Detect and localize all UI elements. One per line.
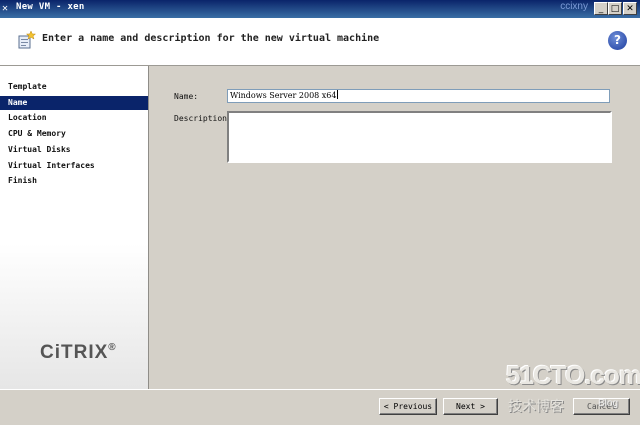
title-bar[interactable]: ✕ New VM - xen ccixny _ □ ✕ (0, 0, 640, 18)
watermark-blog: Blog (598, 398, 619, 409)
description-label: Description: (174, 114, 232, 123)
logo-text: CiTRIX (40, 342, 109, 363)
previous-button[interactable]: < Previous (379, 398, 437, 415)
name-field[interactable]: Windows Server 2008 x64 (227, 89, 610, 103)
nav-item-virtual-interfaces[interactable]: Virtual Interfaces (0, 159, 148, 173)
close-button[interactable]: ✕ (623, 2, 637, 15)
next-button[interactable]: Next > (443, 398, 498, 415)
minimize-button[interactable]: _ (594, 2, 608, 15)
citrix-logo: CiTRIX® (40, 342, 117, 364)
nav-item-name[interactable]: Name (0, 96, 148, 110)
logo-mark: ® (108, 342, 117, 353)
text-caret (337, 90, 339, 99)
nav-item-template[interactable]: Template (0, 80, 148, 94)
title-watermark: ccixny (560, 1, 588, 12)
watermark-51cto: 51CTO.com (506, 360, 640, 390)
nav-item-finish[interactable]: Finish (0, 174, 148, 188)
nav-item-location[interactable]: Location (0, 111, 148, 125)
nav-item-virtual-disks[interactable]: Virtual Disks (0, 143, 148, 157)
app-icon: ✕ (2, 3, 9, 14)
maximize-button[interactable]: □ (608, 2, 622, 15)
name-label: Name: (174, 92, 199, 101)
help-button[interactable]: ? (608, 31, 627, 50)
nav-item-cpu-memory[interactable]: CPU & Memory (0, 127, 148, 141)
wizard-content: Name: Windows Server 2008 x64 Descriptio… (149, 66, 640, 389)
watermark-blog-cn: 技术博客 (508, 399, 564, 415)
wizard-header: Enter a name and description for the new… (0, 18, 640, 66)
window-title: New VM - xen (16, 2, 85, 12)
description-field[interactable] (227, 111, 612, 163)
wizard-window: ✕ New VM - xen ccixny _ □ ✕ Enter a name… (0, 0, 640, 425)
wizard-nav: Template Name Location CPU & Memory Virt… (0, 66, 149, 389)
wizard-icon (18, 30, 36, 49)
name-field-value: Windows Server 2008 x64 (230, 91, 337, 100)
header-title: Enter a name and description for the new… (42, 33, 380, 44)
